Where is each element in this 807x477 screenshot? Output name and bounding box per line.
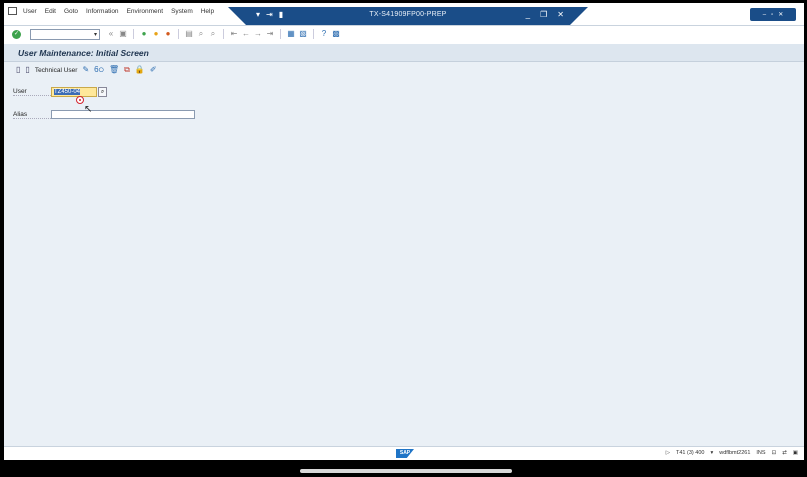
system-toolbar: ✓ ▾ « ▣ ● ● ● ▤ ⌕ ⌕ ⇤ ← → ⇥ ▦ ▧ ? ▩ bbox=[4, 26, 804, 45]
help-icon[interactable]: ? bbox=[319, 29, 329, 39]
restore-icon[interactable]: ❐ bbox=[540, 10, 547, 19]
technical-user-button[interactable]: Technical User bbox=[35, 67, 78, 74]
lock-icon[interactable]: 🔒 bbox=[135, 65, 145, 75]
search-icon[interactable]: ⌕ bbox=[98, 87, 107, 97]
main-area: User Maintenance: Initial Screen ▯ ▯ Tec… bbox=[4, 44, 804, 446]
insert-mode[interactable]: INS bbox=[756, 450, 765, 456]
alias-label: Alias bbox=[13, 111, 51, 119]
command-field[interactable]: ▾ bbox=[30, 29, 100, 40]
menu-bar: User Edit Goto Information Environment S… bbox=[4, 3, 804, 26]
display-icon[interactable]: 6੦ bbox=[94, 65, 104, 75]
menu-information[interactable]: Information bbox=[86, 8, 119, 15]
mouse-cursor-icon: ↖ bbox=[84, 104, 93, 115]
alias-input[interactable] bbox=[51, 110, 195, 119]
server-name: wdflbmt2261 bbox=[719, 450, 751, 456]
outer-restore-icon[interactable]: ▫ bbox=[771, 12, 773, 18]
sap-logo: SAP bbox=[396, 449, 414, 458]
chevron-down-icon[interactable]: ▾ bbox=[94, 31, 97, 38]
status-expand-icon[interactable]: ▷ bbox=[666, 450, 670, 456]
exit-icon[interactable]: ● bbox=[151, 29, 161, 39]
outer-minimize-icon[interactable]: – bbox=[763, 12, 766, 18]
change-password-icon[interactable]: ✐ bbox=[150, 65, 157, 75]
new-session-icon[interactable]: ▦ bbox=[286, 29, 296, 39]
transfer-icon: ⇄ bbox=[782, 450, 787, 456]
lock-icon: ⊡ bbox=[771, 450, 777, 456]
copy-icon[interactable]: ⧉ bbox=[124, 65, 130, 75]
system-info[interactable]: T41 (3) 400 bbox=[676, 450, 704, 456]
dropdown-arrow-icon[interactable]: ▾ bbox=[710, 450, 713, 456]
create-icon[interactable]: ▯ bbox=[16, 65, 20, 75]
menu-edit[interactable]: Edit bbox=[45, 8, 56, 15]
find-next-icon[interactable]: ⌕ bbox=[208, 29, 218, 39]
shortcut-icon[interactable]: ▧ bbox=[298, 29, 308, 39]
session-icon: ▣ bbox=[792, 450, 798, 456]
find-icon[interactable]: ⌕ bbox=[196, 29, 206, 39]
layout-icon[interactable]: ▩ bbox=[331, 29, 341, 39]
user-row: User TZ450-04 ⌕ bbox=[13, 87, 107, 97]
window-title-bar: ▾ ⇥ ▮ TX-S41909FP00-PREP _ ❐ ✕ bbox=[228, 7, 588, 25]
minimize-icon[interactable]: _ bbox=[526, 10, 530, 19]
alias-row: Alias bbox=[13, 110, 195, 119]
page-title: User Maintenance: Initial Screen bbox=[18, 48, 149, 58]
user-value: TZ450-04 bbox=[54, 89, 81, 95]
delete-icon[interactable]: 🗑 bbox=[109, 65, 119, 75]
application-toolbar: ▯ ▯ Technical User ✎ 6੦ 🗑 ⧉ 🔒 ✐ bbox=[16, 65, 157, 75]
first-page-icon[interactable]: ⇤ bbox=[229, 29, 239, 39]
collapse-icon[interactable]: « bbox=[106, 29, 116, 39]
screen-title-bar: User Maintenance: Initial Screen bbox=[4, 44, 804, 62]
close-icon[interactable]: ✕ bbox=[557, 10, 564, 19]
sap-gui-window: User Edit Goto Information Environment S… bbox=[4, 3, 804, 460]
menu-user[interactable]: User bbox=[23, 8, 37, 15]
change-icon[interactable]: ✎ bbox=[82, 65, 89, 75]
prev-page-icon[interactable]: ← bbox=[241, 29, 251, 39]
outer-close-icon[interactable]: ✕ bbox=[778, 11, 783, 18]
cancel-icon[interactable]: ● bbox=[163, 29, 173, 39]
back-icon[interactable]: ● bbox=[139, 29, 149, 39]
menu-help[interactable]: Help bbox=[201, 8, 214, 15]
menu-system[interactable]: System bbox=[171, 8, 193, 15]
menu-goto[interactable]: Goto bbox=[64, 8, 78, 15]
home-indicator bbox=[300, 469, 512, 473]
outer-window-controls: – ▫ ✕ bbox=[750, 8, 796, 21]
save-icon[interactable]: ▣ bbox=[118, 29, 128, 39]
error-indicator-icon bbox=[76, 96, 84, 104]
menu-app-icon[interactable] bbox=[8, 7, 17, 15]
menu-environment[interactable]: Environment bbox=[127, 8, 164, 15]
last-page-icon[interactable]: ⇥ bbox=[265, 29, 275, 39]
technical-user-icon[interactable]: ▯ bbox=[25, 65, 29, 75]
user-input[interactable]: TZ450-04 bbox=[51, 87, 97, 97]
print-icon[interactable]: ▤ bbox=[184, 29, 194, 39]
user-label: User bbox=[13, 88, 51, 96]
status-bar: SAP ▷ T41 (3) 400 ▾ wdflbmt2261 INS ⊡ ⇄ … bbox=[4, 446, 804, 460]
enter-icon[interactable]: ✓ bbox=[12, 30, 21, 39]
next-page-icon[interactable]: → bbox=[253, 29, 263, 39]
